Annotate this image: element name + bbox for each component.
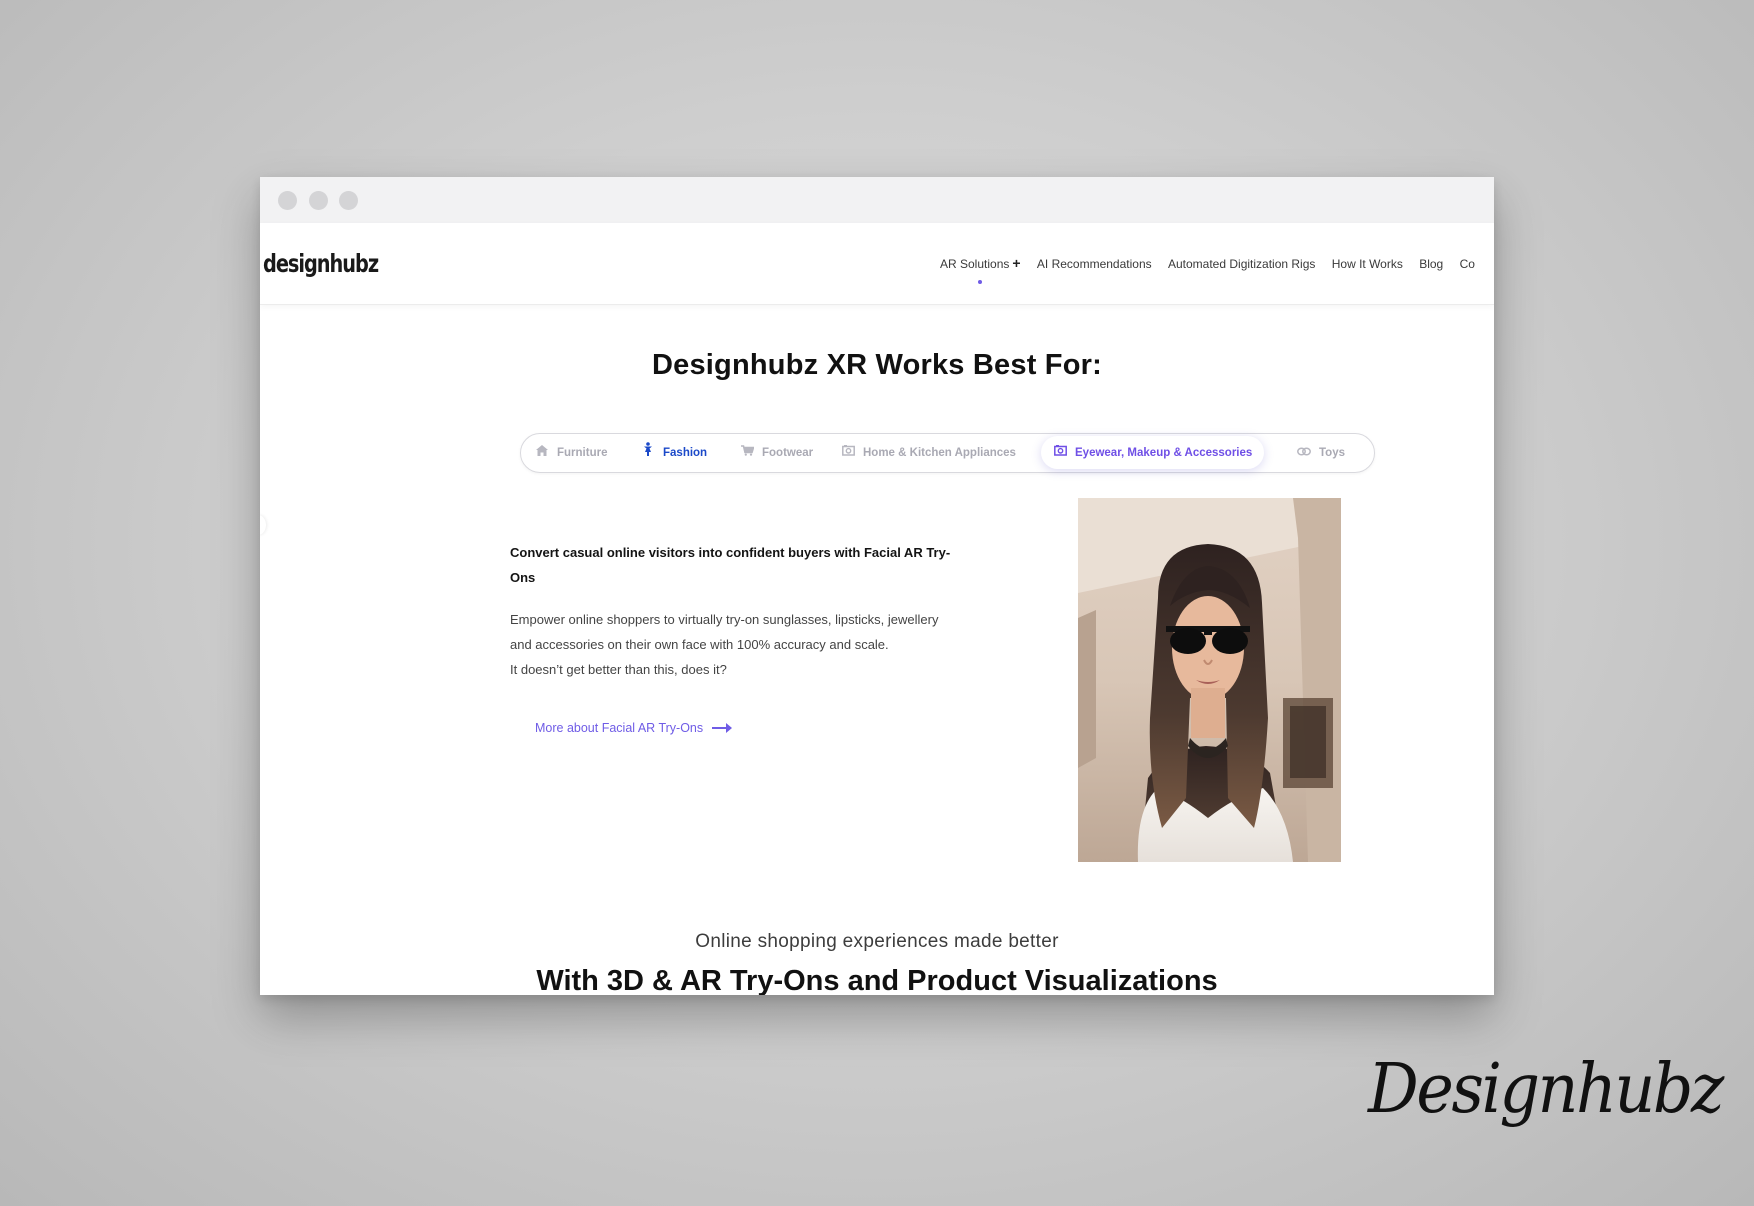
- tab-label: Home & Kitchen Appliances: [863, 447, 1016, 459]
- section-subtitle: Online shopping experiences made better: [695, 931, 1059, 952]
- more-about-facial-ar-link[interactable]: More about Facial AR Try-Ons: [535, 721, 733, 735]
- cart-icon: [740, 436, 755, 469]
- tab-label: Furniture: [557, 447, 608, 459]
- tab-home-kitchen-appliances[interactable]: Home & Kitchen Appliances: [841, 436, 1016, 469]
- nav-item-ar-solutions[interactable]: AR Solutions +: [940, 255, 1021, 284]
- nav-item-how-it-works[interactable]: How It Works: [1332, 257, 1403, 271]
- main-nav: AR Solutions + AI Recommendations Automat…: [940, 255, 1488, 284]
- camera-icon: [1053, 436, 1067, 469]
- side-scroll-handle[interactable]: [260, 515, 266, 535]
- nav-item-ai-recommendations[interactable]: AI Recommendations: [1037, 257, 1152, 271]
- nav-item-blog[interactable]: Blog: [1419, 257, 1443, 271]
- content-heading: Convert casual online visitors into conf…: [510, 545, 951, 585]
- link-label: More about Facial AR Try-Ons: [535, 721, 704, 735]
- nav-item-contact-truncated[interactable]: Co: [1460, 257, 1475, 271]
- browser-window: designhubz AR Solutions + AI Recommendati…: [260, 177, 1494, 995]
- house-icon: [535, 436, 549, 469]
- content-body: Empower online shoppers to virtually try…: [510, 607, 950, 682]
- tab-furniture[interactable]: Furniture: [535, 436, 607, 469]
- window-close-button[interactable]: [278, 191, 297, 210]
- section-title: Designhubz XR Works Best For:: [652, 349, 1102, 381]
- site-logo[interactable]: designhubz: [263, 249, 379, 278]
- person-icon: [641, 436, 655, 469]
- tab-eyewear-makeup-accessories[interactable]: Eyewear, Makeup & Accessories: [1041, 436, 1265, 469]
- section-heading: With 3D & AR Try-Ons and Product Visuali…: [536, 965, 1218, 995]
- category-tabs: Furniture Fashion Footwear Home & Kitche…: [520, 433, 1375, 473]
- camera-icon: [841, 436, 855, 469]
- tab-footwear[interactable]: Footwear: [740, 436, 813, 469]
- nav-item-automated-digitization-rigs[interactable]: Automated Digitization Rigs: [1168, 257, 1315, 271]
- tab-label: Fashion: [663, 447, 708, 459]
- body-paragraph-question: It doesn’t get better than this, does it…: [510, 662, 727, 677]
- active-indicator-dot: [978, 280, 983, 284]
- body-paragraph: Empower online shoppers to virtually try…: [510, 612, 939, 652]
- window-minimize-button[interactable]: [309, 191, 328, 210]
- tab-fashion[interactable]: Fashion: [641, 436, 707, 469]
- woman-sunglasses-image: [1078, 498, 1341, 862]
- tab-label: Toys: [1319, 447, 1345, 459]
- nav-item-label: AR Solutions: [940, 257, 1010, 271]
- brand-signature-wordmark: Designhubz: [1368, 1050, 1724, 1129]
- site-header: designhubz AR Solutions + AI Recommendati…: [260, 223, 1494, 305]
- tab-label: Eyewear, Makeup & Accessories: [1075, 447, 1253, 459]
- arrow-right-icon: [712, 722, 733, 733]
- plus-icon: +: [1012, 255, 1021, 271]
- link-icon: [1297, 436, 1311, 469]
- browser-titlebar: [260, 177, 1494, 223]
- tab-label: Footwear: [762, 447, 814, 459]
- facial-ar-tryon-photo: [1078, 498, 1341, 862]
- window-maximize-button[interactable]: [339, 191, 358, 210]
- tab-toys[interactable]: Toys: [1297, 436, 1345, 469]
